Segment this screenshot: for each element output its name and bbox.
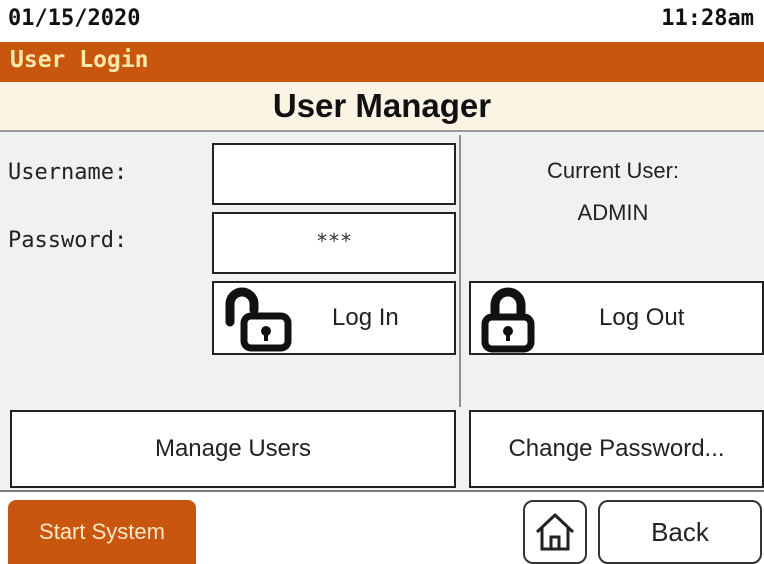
back-button[interactable]: Back [598,500,762,564]
status-bar: 01/15/2020 11:28am [0,0,764,42]
password-field[interactable]: *** [212,212,456,274]
column-divider [459,135,461,407]
unlocked-padlock-icon [220,286,296,359]
log-out-button[interactable]: Log Out [469,281,764,355]
current-user-label: Current User: [546,158,680,183]
username-field[interactable] [212,143,456,205]
username-label: Username: [8,160,128,185]
screen-title: User Login [10,47,149,73]
log-in-button[interactable]: Log In [212,281,456,355]
padlock-icon [479,287,539,360]
current-user-name: ADMIN [577,200,649,225]
manage-users-button[interactable]: Manage Users [10,410,456,488]
status-date: 01/15/2020 [8,6,141,31]
start-system-button[interactable]: Start System [8,500,196,564]
manage-users-label: Manage Users [154,435,312,462]
log-in-label: Log In [332,304,399,331]
page-header: User Manager [0,82,764,130]
page-title: User Manager [272,87,492,124]
change-password-button[interactable]: Change Password... [469,410,764,488]
password-label: Password: [8,228,128,253]
home-icon [533,510,577,558]
change-password-label: Change Password... [508,435,725,462]
home-button[interactable] [523,500,587,564]
log-out-label: Log Out [599,304,685,331]
screen-title-bar: User Login [0,42,764,82]
status-time: 11:28am [661,6,754,31]
